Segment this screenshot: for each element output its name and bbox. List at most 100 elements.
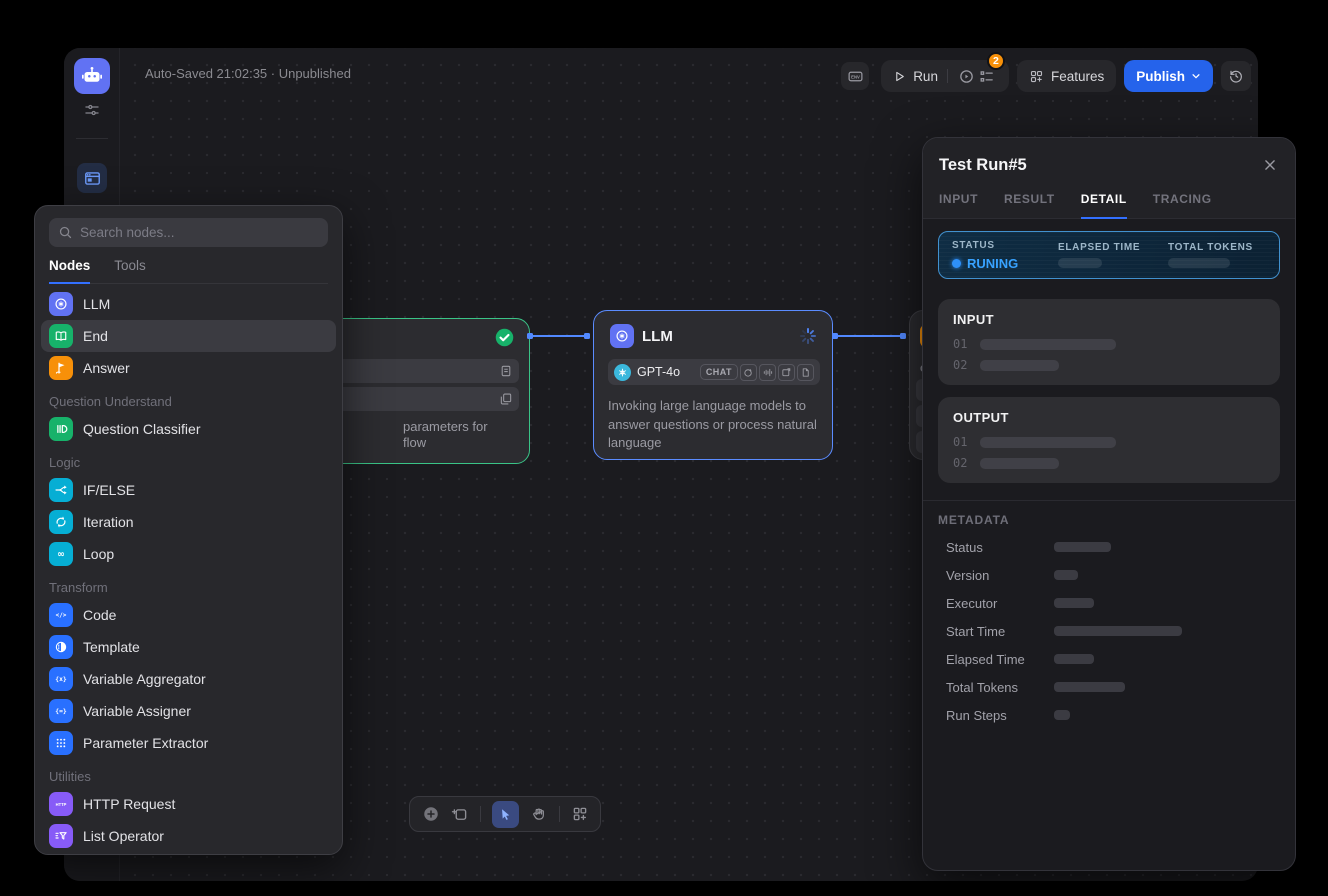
model-selector[interactable]: GPT-4o CHAT [608,359,820,385]
node-item-label: List Operator [83,828,164,844]
search-icon [58,225,73,240]
image-icon [778,364,795,381]
features-label: Features [1051,69,1104,84]
env-button[interactable]: ENV [841,62,869,90]
node-item-label: Parameter Extractor [83,735,208,751]
run-button[interactable]: Run [913,69,938,84]
edge-handle[interactable] [584,333,590,339]
skeleton-bar [1054,570,1078,580]
skeleton-bar [980,437,1116,448]
skeleton-bar [1054,542,1111,552]
metadata-row-total-tokens: Total Tokens [938,673,1280,701]
search-input[interactable] [80,225,319,240]
classifier-icon [49,417,73,441]
selector-tabs: Nodes Tools [49,258,328,284]
output-title: OUTPUT [953,410,1265,425]
pointer-icon[interactable] [492,801,519,828]
chevron-down-icon [1191,71,1201,81]
input-card: INPUT 01 02 [938,299,1280,385]
skeleton-bar [1054,682,1125,692]
organize-icon[interactable] [571,805,589,823]
node-item-http-request[interactable]: HTTPHTTP Request [41,788,336,820]
row-index: 01 [953,337,970,351]
node-item-label: IF/ELSE [83,482,135,498]
run-panel-header: Test Run#5 INPUT RESULT DETAIL TRACING [923,138,1295,219]
skeleton-bar [980,339,1116,350]
run-panel-title: Test Run#5 [939,156,1279,175]
metadata-label: Status [946,540,1054,555]
edge-handle[interactable] [832,333,838,339]
node-item-label: Template [83,639,140,655]
node-item-llm[interactable]: LLM [41,288,336,320]
start-input-row[interactable] [319,387,519,411]
node-item-answer[interactable]: Answer [41,352,336,384]
llm-node[interactable]: LLM GPT-4o CHAT Invoking large language … [593,310,833,460]
tab-nodes[interactable]: Nodes [49,258,90,284]
row-index: 01 [953,435,970,449]
aggregator-icon: {x} [49,667,73,691]
status-label: STATUS [952,240,1058,251]
node-item-label: Variable Assigner [83,703,191,719]
metadata-label: Total Tokens [946,680,1054,695]
skeleton-bar [1058,258,1102,268]
add-note-icon[interactable] [451,805,469,823]
run-button-group: Run 2 [881,60,1009,92]
search-box[interactable] [49,218,328,247]
edge-handle[interactable] [900,333,906,339]
play-icon[interactable] [893,70,906,83]
node-item-code[interactable]: </>Code [41,599,336,631]
node-item-label: HTTP Request [83,796,175,812]
svg-text:</>: </> [56,612,67,619]
node-item-loop[interactable]: ∞Loop [41,538,336,570]
chat-mode-badge: CHAT [700,364,738,380]
tab-detail[interactable]: DETAIL [1081,192,1127,219]
node-item-end[interactable]: End [41,320,336,352]
run-history-icon[interactable] [957,66,977,86]
version-history-button[interactable] [1221,61,1251,91]
app-window-icon[interactable] [77,163,107,193]
features-button[interactable]: Features [1017,60,1116,92]
autosave-status: Auto-Saved 21:02:35 · Unpublished [145,66,351,81]
edge-handle[interactable] [527,333,533,339]
tab-input[interactable]: INPUT [939,192,978,218]
close-icon[interactable] [1263,158,1277,172]
tab-result[interactable]: RESULT [1004,192,1055,218]
metadata-row-elapsed-time: Elapsed Time [938,645,1280,673]
robot-icon[interactable] [74,58,110,94]
assigner-icon: {=} [49,699,73,723]
add-node-icon[interactable] [422,805,440,823]
publish-button[interactable]: Publish [1124,60,1213,92]
metadata-label: Version [946,568,1054,583]
run-panel-tabs: INPUT RESULT DETAIL TRACING [939,192,1279,218]
model-badges: CHAT [700,364,814,381]
tab-tracing[interactable]: TRACING [1153,192,1212,218]
node-item-parameter-extractor[interactable]: Parameter Extractor [41,727,336,759]
total-tokens-label: TOTAL TOKENS [1168,242,1266,253]
node-item-variable-assigner[interactable]: {=} Variable Assigner [41,695,336,727]
node-item-label: End [83,328,108,344]
document-icon [499,364,513,378]
node-item-label: Question Classifier [83,421,201,437]
row-index: 02 [953,456,970,470]
listop-icon [49,824,73,848]
node-item-iteration[interactable]: Iteration [41,506,336,538]
metadata-row-status: Status [938,533,1280,561]
node-item-if-else[interactable]: IF/ELSE [41,474,336,506]
vision-icon [740,364,757,381]
node-item-variable-aggregator[interactable]: {x}Variable Aggregator [41,663,336,695]
sliders-icon[interactable] [83,101,101,119]
book-icon [49,324,73,348]
hand-icon[interactable] [530,805,548,823]
tab-tools[interactable]: Tools [114,258,146,284]
node-item-question-classifier[interactable]: Question Classifier [41,413,336,445]
toolbar-divider [559,806,560,822]
running-dot-icon [952,259,961,268]
start-input-row[interactable] [319,359,519,383]
metadata-label: Run Steps [946,708,1054,723]
extractor-icon [49,731,73,755]
node-item-list-operator[interactable]: List Operator [41,820,336,852]
row-index: 02 [953,358,970,372]
metadata-title: METADATA [938,513,1280,527]
status-card: STATUS RUNING ELAPSED TIME TOTAL TOKENS [938,231,1280,279]
node-item-template[interactable]: Template [41,631,336,663]
